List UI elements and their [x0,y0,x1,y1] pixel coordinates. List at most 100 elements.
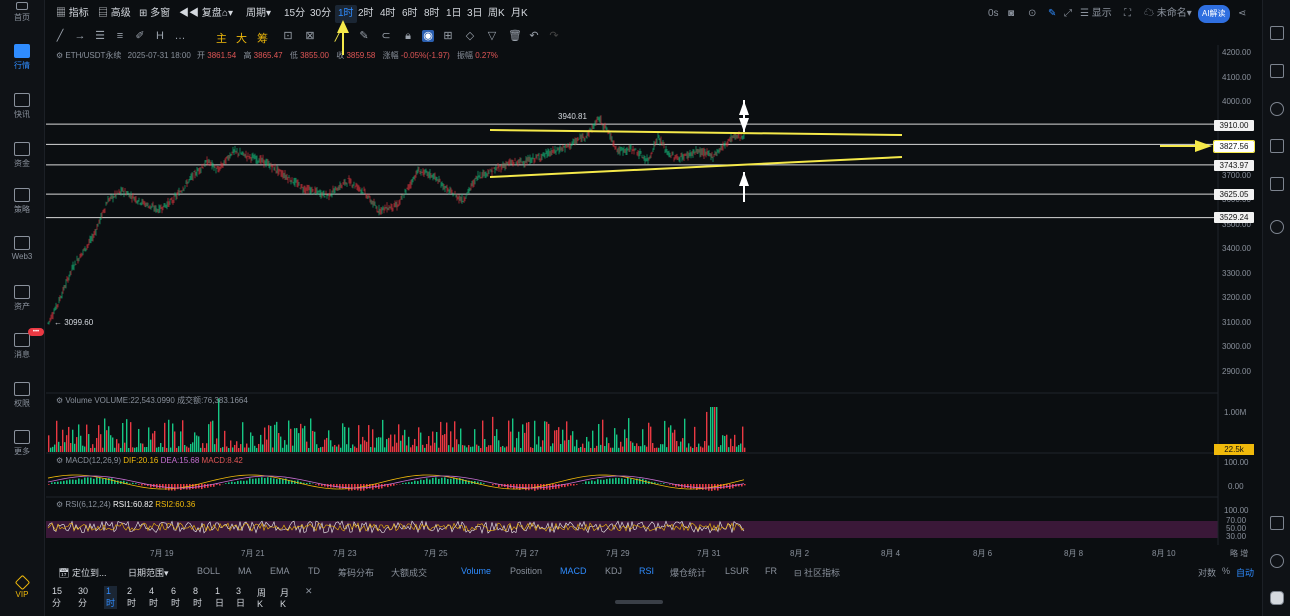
tf-6h[interactable]: 6时 [171,586,180,609]
yellow-arrow-right-icon [1195,140,1212,152]
lower-trendline[interactable] [489,156,903,178]
macd-bar [726,484,728,489]
tf-2h[interactable]: 2时 [127,586,136,609]
arrows [337,20,1212,202]
volume-bar [88,434,90,452]
tf-30m[interactable]: 30分 [78,586,88,609]
macd-bar [207,484,209,488]
volume-bar [630,441,632,452]
volume-bar [118,443,120,452]
volume-bar [640,446,642,452]
volume-bar [106,430,108,452]
volume-bar [226,446,228,452]
indicator-kdj[interactable]: KDJ [605,566,622,576]
indicator-ma[interactable]: MA [238,566,252,576]
volume-bar [728,447,730,452]
volume-bar [596,445,598,452]
indicator-volume[interactable]: Volume [461,566,491,576]
volume-bar [472,446,474,452]
tf-1w[interactable]: 周K [257,586,266,609]
indicator-td[interactable]: TD [308,566,320,576]
volume-bar [122,422,124,452]
scroll-handle[interactable] [615,600,663,604]
indicator-position[interactable]: Position [510,566,542,576]
volume-bar [262,444,264,452]
macd-bar [318,484,320,486]
volume-bar [526,422,528,452]
macd-label: ⚙ MACD(12,26,9) DIF:20.16 DEA:15.68 MACD… [56,456,243,465]
volume-bar [724,435,726,452]
macd-bar [51,482,53,484]
volume-bar [564,440,566,452]
tf-1m[interactable]: 月K [280,586,289,609]
indicator-lsur[interactable]: LSUR [725,566,749,576]
macd-bar [408,482,410,484]
volume-bar [616,434,618,452]
macd-bar [252,478,254,484]
volume-bar [340,447,342,452]
indicator-liquidation[interactable]: 爆仓统计 [670,566,706,579]
volume-bar [428,436,430,452]
date-range-button[interactable]: 日期范围▾ [128,566,169,579]
rsi-band [46,521,1218,538]
volume-bar [258,443,260,452]
indicator-boll[interactable]: BOLL [197,566,220,576]
auto-scale-toggle[interactable]: 自动 [1236,566,1254,579]
volume-bar [410,447,412,452]
macd-bar [435,477,437,484]
indicator-big-trades[interactable]: 大额成交 [391,566,427,579]
volume-bar [328,430,330,452]
macd-bar [600,479,602,484]
high-annotation: 3940.81 [558,112,587,121]
volume-bar [672,432,674,452]
date-axis-controls[interactable]: 略 增 [1230,548,1248,559]
macd-bar [702,484,704,490]
indicator-chips[interactable]: 筹码分布 [338,566,374,579]
tf-1d[interactable]: 1日 [215,586,224,609]
macd-bar [567,484,569,487]
volume-bar [670,425,672,452]
macd-axis-zero: 0.00 [1228,482,1244,491]
indicator-fr[interactable]: FR [765,566,777,576]
volume-bar [502,445,504,452]
macd-bar [705,484,707,490]
tf-15m[interactable]: 15分 [52,586,62,609]
macd-bar [585,481,587,484]
volume-bar [224,430,226,452]
volume-bar [330,440,332,452]
volume-bar [406,445,408,452]
volume-bar [172,423,174,452]
volume-bar [688,443,690,452]
indicator-ema[interactable]: EMA [270,566,290,576]
close-tf-icon[interactable]: ✕ [305,586,313,597]
macd-bar [558,484,560,489]
volume-bar [276,421,278,452]
volume-bar [114,447,116,452]
volume-bar [720,445,722,452]
price-chart[interactable] [0,0,1290,616]
macd-bar [420,479,422,484]
community-indicators[interactable]: ⊟ 社区指标 [794,566,840,579]
percent-scale-toggle[interactable]: % [1222,566,1230,576]
indicator-macd[interactable]: MACD [560,566,587,576]
tf-3d[interactable]: 3日 [236,586,245,609]
tf-1h[interactable]: 1时 [104,586,117,609]
macd-bar [234,482,236,484]
macd-bar [456,478,458,484]
volume-bar [666,447,668,452]
volume-bar [242,422,244,452]
volume-bar [200,447,202,452]
volume-bar [230,440,232,452]
log-scale-toggle[interactable]: 对数 [1198,566,1216,579]
macd-panel [47,474,746,491]
volume-bar [570,435,572,452]
indicator-rsi[interactable]: RSI [639,566,654,576]
macd-bar [612,478,614,484]
macd-bar [432,477,434,484]
volume-bar [160,443,162,452]
locate-button[interactable]: 📅︎ 定位到... [58,566,106,579]
volume-bar [94,447,96,452]
upper-trendline[interactable] [489,129,903,136]
tf-4h[interactable]: 4时 [149,586,158,609]
tf-8h[interactable]: 8时 [193,586,202,609]
